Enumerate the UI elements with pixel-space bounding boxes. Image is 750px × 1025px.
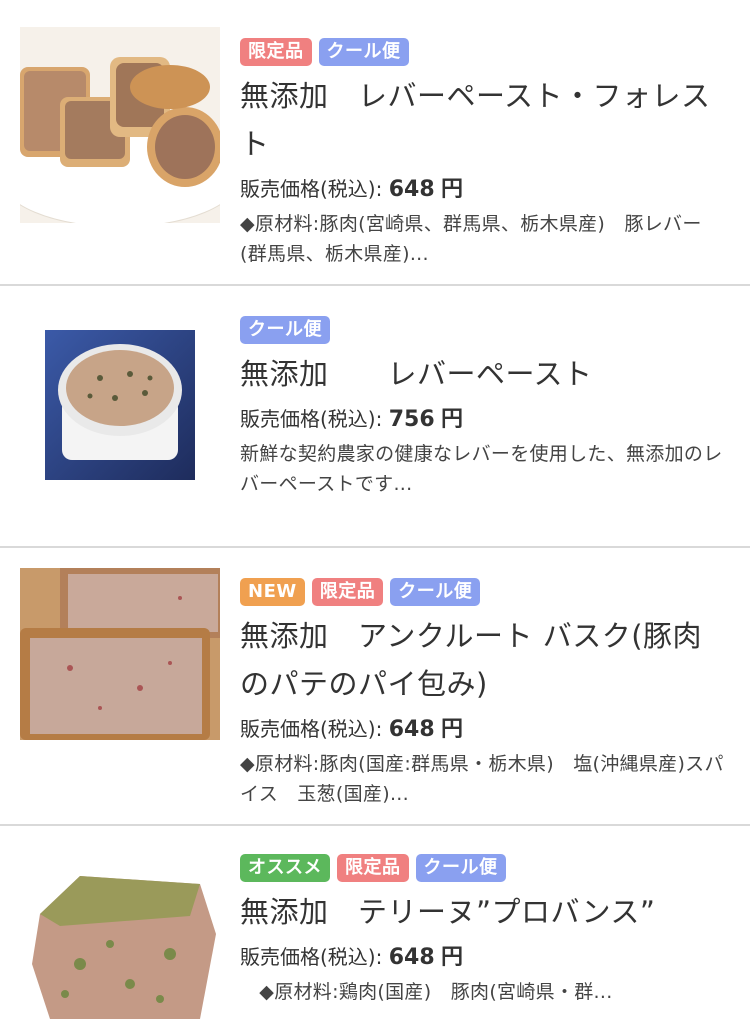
recommended-badge: オススメ: [240, 854, 330, 882]
product-info: オススメ 限定品 クール便 無添加 テリーヌ”プロバンス” 販売価格(税込): …: [240, 854, 726, 1007]
list-item[interactable]: クール便 無添加 レバーペースト 販売価格(税込): 756 円 新鮮な契約農家…: [0, 286, 750, 548]
product-title[interactable]: 無添加 アンクルート バスク(豚肉のパテのパイ包み): [240, 612, 726, 708]
limited-badge: 限定品: [311, 578, 384, 606]
price-label: 販売価格(税込):: [240, 717, 383, 741]
price-label: 販売価格(税込):: [240, 177, 383, 201]
limited-badge: 限定品: [240, 38, 312, 66]
product-title[interactable]: 無添加 レバーペースト・フォレスト: [240, 72, 726, 168]
price-currency: 円: [441, 177, 464, 202]
product-image[interactable]: [20, 308, 220, 508]
product-info: NEW 限定品 クール便 無添加 アンクルート バスク(豚肉のパテのパイ包み) …: [240, 578, 726, 809]
price-currency: 円: [441, 945, 464, 970]
badge-list: 限定品 クール便: [240, 38, 726, 66]
product-title[interactable]: 無添加 テリーヌ”プロバンス”: [240, 888, 726, 936]
product-description: ◆原材料:豚肉(宮崎県、群馬県、栃木県産) 豚レバー(群馬県、栃木県産)...: [240, 213, 702, 265]
product-info: 限定品 クール便 無添加 レバーペースト・フォレスト 販売価格(税込): 648…: [240, 38, 726, 269]
price-amount: 648: [388, 177, 435, 202]
product-list: 限定品 クール便 無添加 レバーペースト・フォレスト 販売価格(税込): 648…: [0, 0, 750, 1025]
price-label: 販売価格(税込):: [240, 945, 383, 969]
new-badge: NEW: [240, 578, 305, 606]
product-title[interactable]: 無添加 レバーペースト: [240, 350, 726, 398]
price-amount: 648: [388, 945, 435, 970]
cool-delivery-badge: クール便: [390, 578, 481, 606]
product-price: 販売価格(税込): 648 円: [240, 712, 726, 747]
cool-delivery-badge: クール便: [240, 316, 330, 344]
product-description: ◆原材料:豚肉(国産:群馬県・栃木県) 塩(沖縄県産)スパイス 玉葱(国産)..…: [240, 753, 724, 805]
price-amount: 756: [388, 407, 435, 432]
product-price: 販売価格(税込): 648 円: [240, 172, 726, 207]
price-amount: 648: [388, 717, 435, 742]
badge-list: NEW 限定品 クール便: [240, 578, 726, 606]
cool-delivery-badge: クール便: [318, 38, 409, 66]
badge-list: クール便: [240, 316, 726, 344]
product-image[interactable]: [20, 854, 220, 1025]
cool-delivery-badge: クール便: [415, 854, 506, 882]
badge-list: オススメ 限定品 クール便: [240, 854, 726, 882]
product-price: 販売価格(税込): 648 円: [240, 940, 726, 975]
product-info: クール便 無添加 レバーペースト 販売価格(税込): 756 円 新鮮な契約農家…: [240, 316, 726, 499]
price-label: 販売価格(税込):: [240, 407, 383, 431]
product-image[interactable]: [20, 27, 220, 223]
product-image[interactable]: [20, 568, 220, 740]
product-description: 新鮮な契約農家の健康なレバーを使用した、無添加のレバーペーストです...: [240, 443, 723, 495]
product-description: ◆原材料:鶏肉(国産) 豚肉(宮崎県・群...: [240, 981, 613, 1003]
list-item[interactable]: 限定品 クール便 無添加 レバーペースト・フォレスト 販売価格(税込): 648…: [0, 0, 750, 286]
price-currency: 円: [441, 407, 464, 432]
price-currency: 円: [441, 717, 464, 742]
product-price: 販売価格(税込): 756 円: [240, 402, 726, 437]
list-item[interactable]: オススメ 限定品 クール便 無添加 テリーヌ”プロバンス” 販売価格(税込): …: [0, 826, 750, 1025]
limited-badge: 限定品: [337, 854, 409, 882]
list-item[interactable]: NEW 限定品 クール便 無添加 アンクルート バスク(豚肉のパテのパイ包み) …: [0, 548, 750, 826]
